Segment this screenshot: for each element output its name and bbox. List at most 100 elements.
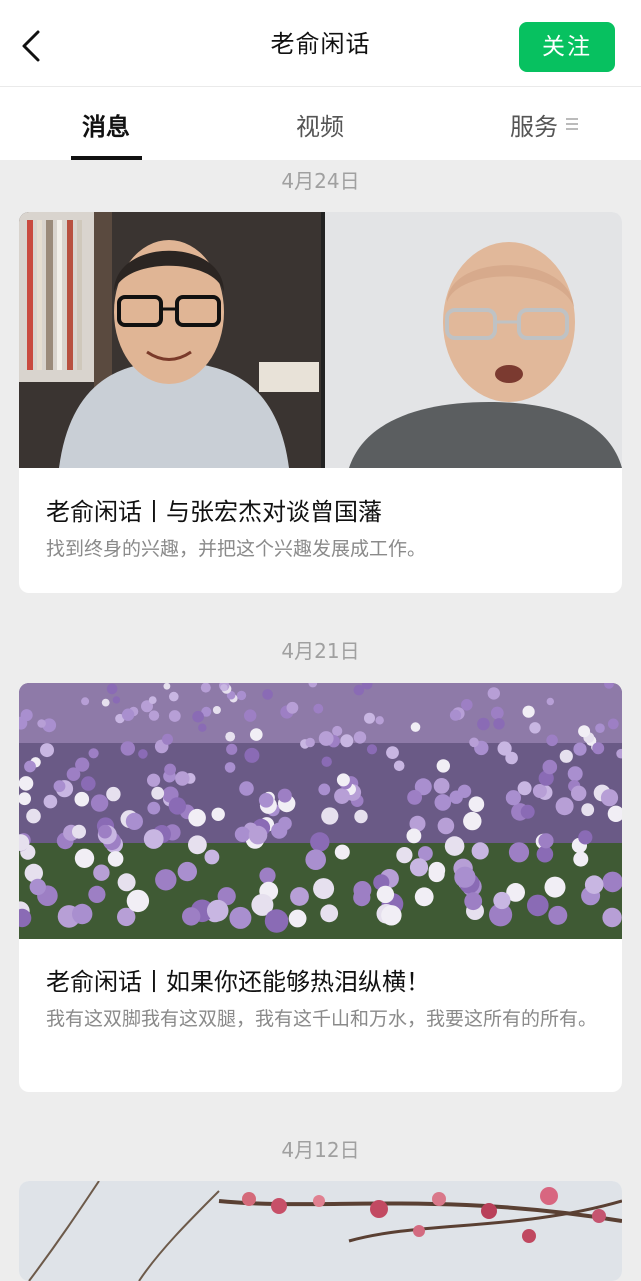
flower-petal [508,842,530,863]
flower-petal [148,710,160,721]
flower-petal [437,817,455,835]
flower-petal [290,887,309,906]
flower-petal [517,781,532,796]
flower-petal [37,719,46,728]
article-cover-image[interactable] [19,212,622,468]
flower-petal [101,698,110,707]
flower-petal [164,763,177,776]
flower-petal [72,824,86,839]
flower-petal [487,687,500,700]
flower-petal [468,796,485,812]
flower-petal [211,807,225,821]
flower-petal [155,869,177,891]
flower-petal [163,683,171,690]
flower-petal [226,743,238,755]
flower-petal [313,878,335,900]
menu-lines-icon [566,118,578,130]
article-title: 老俞闲话丨如果你还能够热泪纵横！ [46,968,430,996]
flower-petal [106,683,118,695]
active-tab-indicator [71,156,142,160]
flower-petal [120,741,135,756]
article-card[interactable]: 老俞闲话丨如果你还能够热泪纵横！ 我有这双脚我有这双腿，我有这千山和万水，我要这… [19,683,622,1092]
flower-petal [250,728,263,741]
flower-petal [436,759,450,773]
flower-petal [573,742,587,756]
flower-petal [220,684,228,692]
flower-petal [406,828,422,844]
flower-petal [571,785,587,801]
flower-petal [366,744,378,755]
flower-petal [188,808,206,827]
flower-petal [464,892,483,911]
flower-petal [396,847,413,864]
flower-petal [607,718,619,730]
flower-petal [471,842,489,860]
tab-videos[interactable]: 视频 [296,107,344,142]
flower-petal [463,811,482,831]
flower-petal [138,749,148,759]
flower-petal [538,833,554,849]
flower-petal [310,832,330,852]
flower-petal [81,776,96,791]
article-cover-image[interactable] [19,683,622,939]
flower-petal [98,824,112,839]
article-cover-image[interactable] [19,1181,622,1281]
date-label: 4月24日 [281,169,360,193]
flower-petal [334,788,350,804]
flower-petal [277,788,292,803]
flower-petal [536,845,554,863]
flower-petal [225,731,236,742]
flower-petal [239,781,254,796]
flower-petal [544,876,566,898]
article-card[interactable] [19,1181,622,1281]
flower-petal [336,773,350,787]
flower-petal [546,734,558,747]
flower-petal [505,790,521,806]
flower-petal [555,797,574,816]
flower-petal [578,725,591,738]
article-title: 老俞闲话丨与张宏杰对谈曾国藩 [46,498,382,526]
flower-petal [229,906,252,929]
tab-services[interactable]: 服务 [510,107,558,142]
follow-button[interactable]: 关注 [519,22,615,72]
flower-petal [244,747,260,763]
article-card[interactable]: 老俞闲话丨与张宏杰对谈曾国藩 找到终身的兴趣，并把这个兴趣发展成工作。 [19,212,622,593]
flower-petal [353,881,372,899]
tab-bar: 消息 视频 服务 [0,87,641,160]
flower-petal [204,849,220,865]
flower-petal [182,907,201,926]
flower-petal [469,737,479,748]
flower-petal [602,871,622,893]
flower-petal [192,710,204,723]
flower-petal [147,801,161,815]
flower-petal [107,851,124,867]
flower-petal [592,742,605,755]
tab-messages[interactable]: 消息 [82,107,130,142]
flower-petal [258,793,274,808]
flower-petal [578,830,593,845]
flower-petal [121,708,135,721]
flower-petal [354,809,368,824]
flower-petal [26,808,41,824]
date-label: 4月21日 [281,639,360,663]
flower-petal [409,858,429,877]
flower-petal [168,710,181,722]
flower-petal [584,875,604,894]
flower-petal [143,829,164,849]
date-label: 4月12日 [281,1138,360,1162]
article-summary: 找到终身的兴趣，并把这个兴趣发展成工作。 [46,538,427,560]
flower-petal [532,784,547,798]
flower-petal [29,878,46,896]
flower-petal [559,749,573,763]
flower-petal [88,748,99,759]
flower-petal [321,756,332,767]
flower-petal [224,762,236,773]
flower-petal [334,844,350,860]
flower-petal [305,737,315,748]
flower-petal [542,759,558,775]
flower-petal [288,909,307,928]
flower-petal [248,825,268,845]
flower-petal [40,743,54,758]
flower-petal [90,794,109,812]
flower-petal [548,905,568,925]
